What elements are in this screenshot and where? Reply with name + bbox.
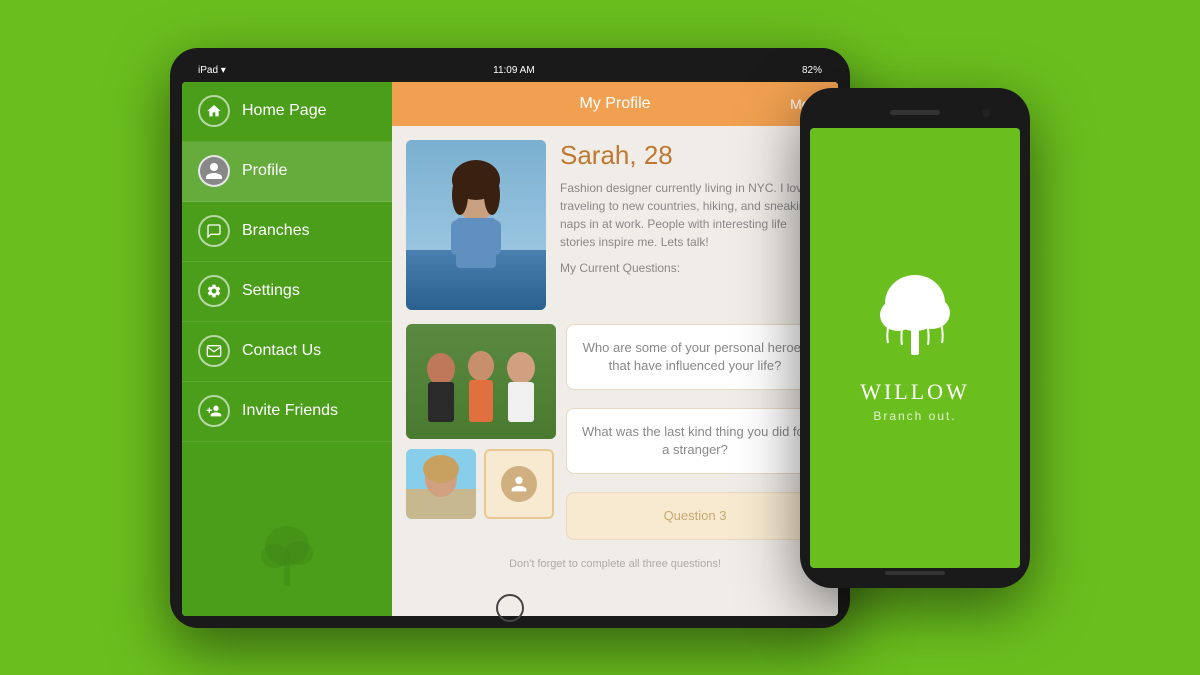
sidebar-label-branches: Branches	[242, 222, 310, 240]
envelope-icon	[198, 335, 230, 367]
add-photo-button[interactable]	[484, 449, 554, 519]
questions-label: My Current Questions:	[560, 261, 824, 275]
iphone-home-bar	[885, 571, 945, 575]
profile-photo-girl	[406, 140, 546, 310]
profile-bio: Fashion designer currently living in NYC…	[560, 179, 824, 251]
willow-tree-icon	[870, 273, 960, 363]
profile-photo-main	[406, 140, 546, 310]
willow-app-title: WILLOW	[860, 379, 970, 405]
sidebar-label-home: Home Page	[242, 102, 327, 120]
iphone-top	[810, 98, 1020, 128]
profile-info: Sarah, 28 Fashion designer currently liv…	[560, 140, 824, 310]
iphone-bottom	[810, 568, 1020, 578]
small-photos-row	[406, 449, 556, 519]
iphone-device: WILLOW Branch out.	[800, 88, 1030, 588]
profile-header-title: My Profile	[579, 95, 650, 113]
profile-avatar-icon	[198, 155, 230, 187]
ipad-screen: Home Page Profile Branches	[182, 82, 838, 616]
profile-top-section: Sarah, 28 Fashion designer currently liv…	[406, 140, 824, 310]
question-card-2[interactable]: What was the last kind thing you did for…	[566, 408, 824, 474]
sidebar-label-profile: Profile	[242, 162, 287, 180]
bottom-note: Don't forget to complete all three quest…	[406, 550, 824, 570]
person-add-icon	[198, 395, 230, 427]
photo-thumb-selfie	[406, 449, 476, 519]
sidebar-item-home[interactable]: Home Page	[182, 82, 392, 142]
sidebar-label-invite: Invite Friends	[242, 402, 338, 420]
willow-app-tagline: Branch out.	[873, 409, 956, 423]
iphone-screen: WILLOW Branch out.	[810, 128, 1020, 568]
sidebar-label-contact: Contact Us	[242, 342, 321, 360]
status-left: iPad ▾	[198, 65, 226, 76]
status-center: 11:09 AM	[493, 65, 535, 76]
family-photo	[406, 324, 556, 439]
question-cards: Who are some of your personal heroes tha…	[566, 324, 824, 551]
ipad-device: iPad ▾ 11:09 AM 82% Home Page	[170, 48, 850, 628]
sidebar-item-branches[interactable]: Branches	[182, 202, 392, 262]
gear-icon	[198, 275, 230, 307]
chat-bubble-icon	[198, 215, 230, 247]
questions-section: Who are some of your personal heroes tha…	[406, 324, 824, 551]
sidebar-item-settings[interactable]: Settings	[182, 262, 392, 322]
sidebar: Home Page Profile Branches	[182, 82, 392, 616]
profile-main: My Profile More	[392, 82, 838, 616]
sidebar-item-contact[interactable]: Contact Us	[182, 322, 392, 382]
status-right: 82%	[802, 65, 822, 76]
sidebar-tree-watermark	[257, 521, 317, 596]
ipad-home-button[interactable]	[496, 594, 524, 622]
question-card-1[interactable]: Who are some of your personal heroes tha…	[566, 324, 824, 390]
profile-header: My Profile More	[392, 82, 838, 126]
sidebar-item-invite[interactable]: Invite Friends	[182, 382, 392, 442]
sidebar-label-settings: Settings	[242, 282, 300, 300]
profile-name: Sarah, 28	[560, 140, 824, 171]
selfie-photo	[406, 449, 476, 519]
photo-thumb-family	[406, 324, 556, 439]
profile-content: Sarah, 28 Fashion designer currently liv…	[392, 126, 838, 616]
sidebar-item-profile[interactable]: Profile	[182, 142, 392, 202]
question-card-3[interactable]: Question 3	[566, 492, 824, 540]
house-icon	[198, 95, 230, 127]
add-photo-icon	[501, 466, 537, 502]
iphone-speaker	[890, 110, 940, 115]
photo-column	[406, 324, 556, 551]
ipad-status-bar: iPad ▾ 11:09 AM 82%	[182, 60, 838, 82]
iphone-camera	[982, 109, 990, 117]
